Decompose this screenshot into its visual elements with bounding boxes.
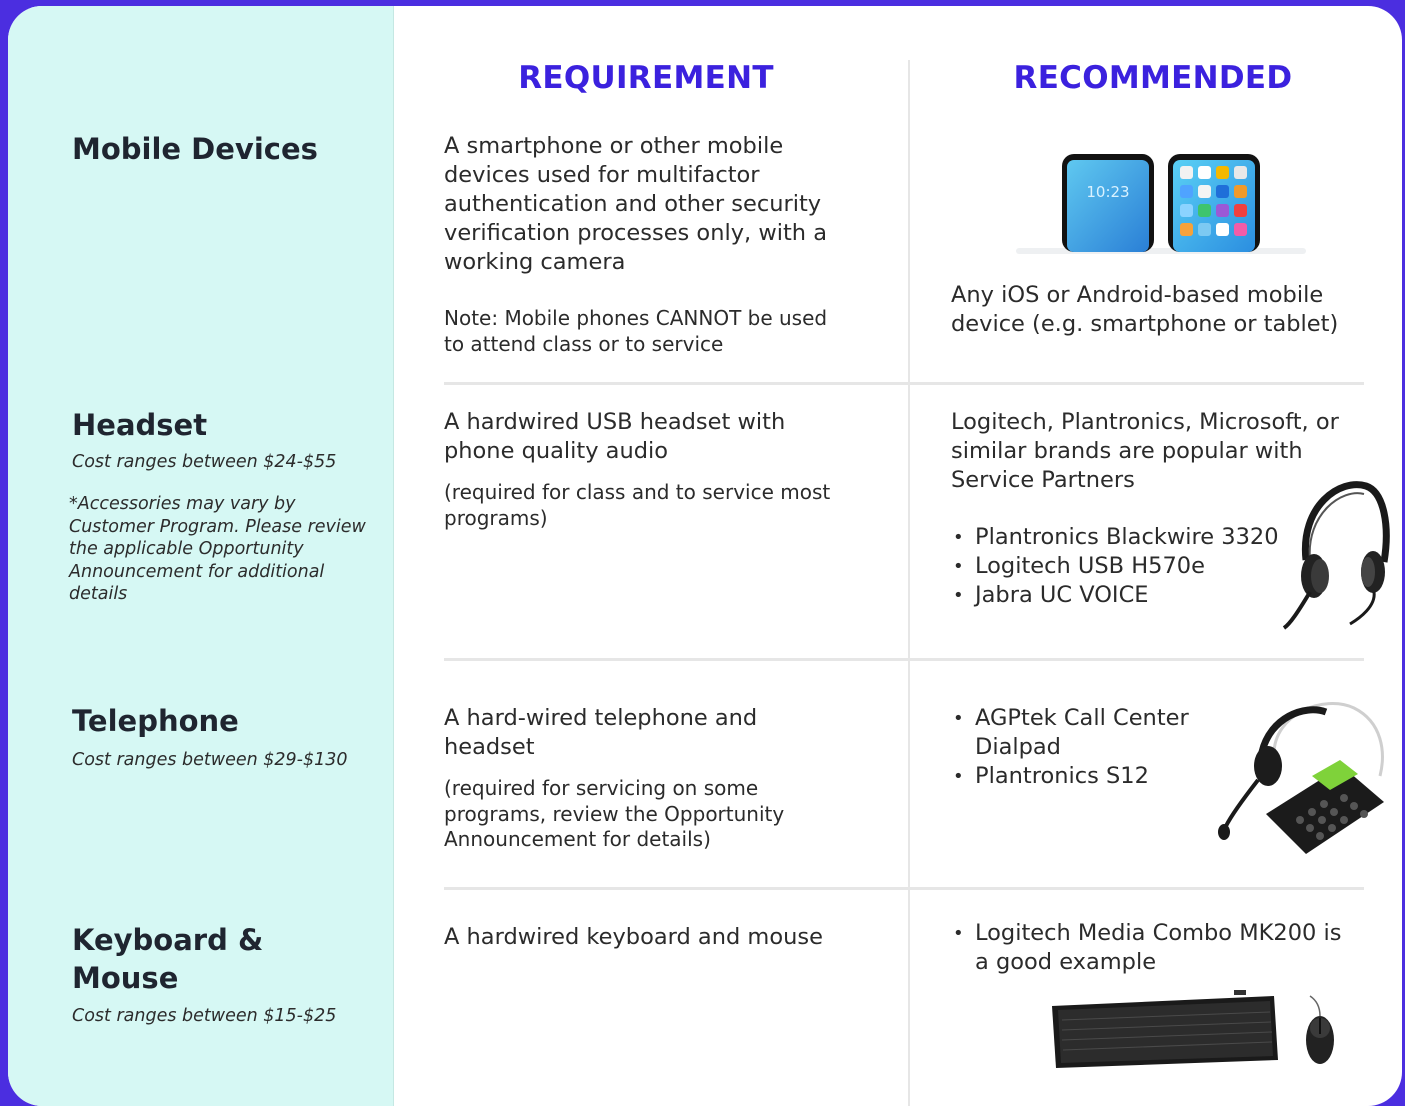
mobile-requirement-text: A smartphone or other mobile devices use…: [444, 133, 827, 275]
list-item: Jabra UC VOICE: [951, 581, 1279, 610]
telephone-product-list: AGPtek Call Center Dialpad Plantronics S…: [951, 704, 1211, 791]
headset-product-list: Plantronics Blackwire 3320 Logitech USB …: [951, 523, 1279, 610]
accessories-note: *Accessories may vary by Customer Progra…: [69, 494, 366, 604]
keyboard-mouse-image: [1052, 990, 1334, 1068]
list-item: Plantronics S12: [951, 762, 1211, 791]
telephone-requirement-text: A hard-wired telephone and headset: [444, 705, 758, 760]
list-item: Plantronics Blackwire 3320: [951, 523, 1279, 552]
category-keyboard-mouse: Keyboard & Mouse: [72, 923, 264, 995]
category-mobile-devices: Mobile Devices: [72, 132, 318, 166]
row-divider: [444, 658, 1364, 661]
recommended-header: RECOMMENDED: [1013, 60, 1293, 96]
category-telephone: Telephone: [72, 704, 239, 738]
keyboard-requirement-text: A hardwired keyboard and mouse: [444, 924, 823, 950]
row-divider: [444, 887, 1364, 890]
list-item: AGPtek Call Center Dialpad: [951, 704, 1211, 762]
phone-clock: 10:23: [1086, 183, 1129, 201]
headset-image: [1282, 481, 1390, 630]
keyboard-product-list: Logitech Media Combo MK200 is a good exa…: [951, 919, 1361, 977]
headset-requirement-text: A hardwired USB headset with phone quali…: [444, 409, 786, 464]
headset-cost: Cost ranges between $24-$55: [72, 452, 337, 472]
headset-requirement-note: (required for class and to service most …: [444, 480, 831, 530]
list-item: Logitech USB H570e: [951, 552, 1279, 581]
device-requirements-card: REQUIREMENT RECOMMENDED Mobile Devices A…: [8, 6, 1402, 1106]
category-headset: Headset: [72, 408, 208, 442]
list-item: Logitech Media Combo MK200 is a good exa…: [951, 919, 1361, 977]
smartphones-image: 10:23: [1016, 154, 1306, 254]
requirement-header: REQUIREMENT: [518, 60, 774, 96]
mobile-recommended-text: Any iOS or Android-based mobile device (…: [951, 282, 1339, 337]
call-center-phone-image: [1218, 702, 1384, 854]
row-divider: [444, 382, 1364, 385]
mobile-requirement-note: Note: Mobile phones CANNOT be used to at…: [444, 306, 828, 356]
telephone-requirement-note: (required for servicing on some programs…: [444, 776, 785, 851]
keyboard-cost: Cost ranges between $15-$25: [72, 1006, 337, 1026]
column-divider: [908, 60, 910, 1106]
telephone-cost: Cost ranges between $29-$130: [72, 750, 348, 770]
